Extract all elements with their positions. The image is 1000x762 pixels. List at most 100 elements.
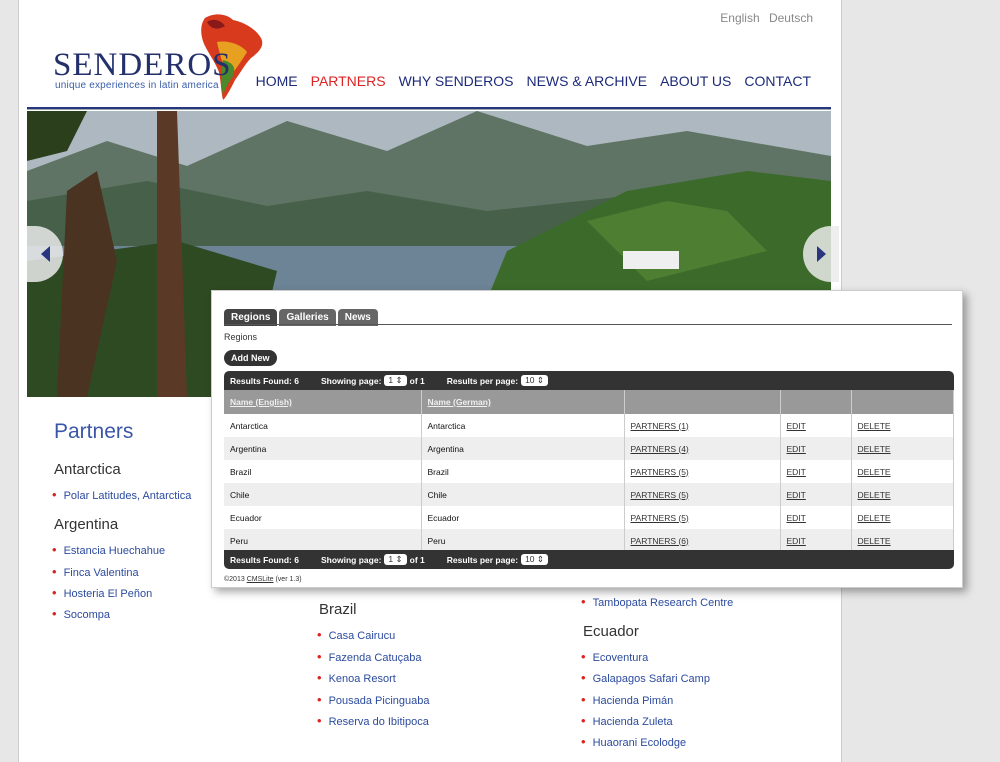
cell-delete: DELETE: [851, 529, 954, 552]
table-row: Argentina Argentina PARTNERS (4) EDIT DE…: [224, 437, 954, 460]
nav-about-us[interactable]: ABOUT US: [660, 73, 731, 89]
edit-link[interactable]: EDIT: [787, 421, 806, 431]
col-name-english[interactable]: Name (English): [224, 390, 422, 414]
partners-link[interactable]: PARTNERS (1): [631, 421, 689, 431]
cell-partners: PARTNERS (1): [624, 414, 781, 437]
edit-link[interactable]: EDIT: [787, 490, 806, 500]
cell-name-english: Brazil: [224, 460, 422, 483]
nav-contact[interactable]: CONTACT: [744, 73, 811, 89]
per-page-select[interactable]: 10 ⇕: [521, 375, 549, 386]
delete-link[interactable]: DELETE: [858, 444, 891, 454]
partner-link[interactable]: Hosteria El Peñon: [52, 585, 153, 600]
showing-page-label: Showing page:: [320, 375, 382, 386]
partners-link[interactable]: PARTNERS (6): [631, 536, 689, 546]
breadcrumb: Regions: [224, 332, 258, 342]
partner-link[interactable]: Casa Cairucu: [317, 627, 396, 642]
nav-partners[interactable]: PARTNERS: [311, 73, 386, 89]
partner-link[interactable]: Hacienda Pimán: [581, 692, 674, 707]
edit-link[interactable]: EDIT: [787, 513, 806, 523]
cms-admin-panel: Regions Galleries News Regions Add New R…: [211, 290, 963, 588]
lang-deutsch[interactable]: Deutsch: [769, 11, 813, 25]
partner-link[interactable]: Polar Latitudes, Antarctica: [52, 487, 192, 502]
table-row: Chile Chile PARTNERS (5) EDIT DELETE: [224, 483, 954, 506]
cell-name-german: Ecuador: [421, 506, 625, 529]
edit-link[interactable]: EDIT: [787, 536, 806, 546]
nav-why-senderos[interactable]: WHY SENDEROS: [399, 73, 514, 89]
nav-home[interactable]: HOME: [256, 73, 298, 89]
partners-link[interactable]: PARTNERS (5): [631, 513, 689, 523]
partner-link[interactable]: Socompa: [52, 606, 110, 621]
logo-wordmark[interactable]: SENDEROS: [53, 47, 232, 84]
region-heading-brazil: Brazil: [319, 601, 357, 618]
per-page-select[interactable]: 10 ⇕: [521, 554, 549, 565]
cell-name-german: Chile: [421, 483, 625, 506]
chevron-left-icon: [40, 246, 50, 262]
partner-link[interactable]: Tambopata Research Centre: [581, 594, 734, 609]
cell-partners: PARTNERS (5): [624, 483, 781, 506]
col-name-english-label[interactable]: Name (English): [230, 397, 292, 407]
partners-link[interactable]: PARTNERS (5): [631, 490, 689, 500]
footer-prefix: ©2013: [224, 576, 247, 583]
col-edit: [780, 390, 852, 414]
partners-link[interactable]: PARTNERS (4): [631, 444, 689, 454]
table-header-row: Name (English) Name (German): [224, 390, 954, 414]
admin-footer: ©2013 CMSLite (ver 1.3): [224, 576, 302, 583]
results-count: Results Found: 6: [230, 375, 299, 386]
per-page-value: 10: [525, 554, 535, 564]
partner-link[interactable]: Finca Valentina: [52, 564, 139, 579]
lang-english[interactable]: English: [720, 11, 759, 25]
cell-edit: EDIT: [780, 529, 852, 552]
cell-partners: PARTNERS (5): [624, 460, 781, 483]
partner-link[interactable]: Reserva do Ibitipoca: [317, 713, 429, 728]
cell-partners: PARTNERS (6): [624, 529, 781, 552]
nav-news-archive[interactable]: NEWS & ARCHIVE: [526, 73, 647, 89]
cell-name-english: Peru: [224, 529, 422, 552]
region-heading-antarctica: Antarctica: [54, 461, 121, 478]
header-divider: [27, 107, 831, 110]
logo-tagline: unique experiences in latin america: [55, 80, 219, 91]
delete-link[interactable]: DELETE: [858, 467, 891, 477]
tab-divider: [224, 324, 952, 325]
edit-link[interactable]: EDIT: [787, 444, 806, 454]
per-page-label: Results per page:: [446, 375, 519, 386]
page-select[interactable]: 1 ⇕: [384, 554, 407, 565]
delete-link[interactable]: DELETE: [858, 490, 891, 500]
cell-delete: DELETE: [851, 414, 954, 437]
partner-link[interactable]: Estancia Huechahue: [52, 542, 166, 557]
results-bar-bottom: Results Found: 6 Showing page: 1 ⇕ of 1 …: [224, 550, 954, 569]
col-name-german[interactable]: Name (German): [421, 390, 625, 414]
cell-name-german: Antarctica: [421, 414, 625, 437]
partner-link[interactable]: Kenoa Resort: [317, 670, 396, 685]
partner-link[interactable]: Huaorani Ecolodge: [581, 734, 687, 749]
cell-edit: EDIT: [780, 483, 852, 506]
per-page-value: 10: [525, 375, 535, 385]
cell-edit: EDIT: [780, 437, 852, 460]
partner-link[interactable]: Galapagos Safari Camp: [581, 670, 710, 685]
cell-delete: DELETE: [851, 460, 954, 483]
region-heading-argentina: Argentina: [54, 516, 119, 533]
page-select[interactable]: 1 ⇕: [384, 375, 407, 386]
col-name-german-label[interactable]: Name (German): [428, 397, 491, 407]
partner-link[interactable]: Hacienda Zuleta: [581, 713, 673, 728]
add-new-button[interactable]: Add New: [224, 350, 277, 366]
cell-name-german: Peru: [421, 529, 625, 552]
cell-partners: PARTNERS (5): [624, 506, 781, 529]
partners-link[interactable]: PARTNERS (5): [631, 467, 689, 477]
cell-name-english: Antarctica: [224, 414, 422, 437]
partner-link[interactable]: Pousada Picinguaba: [317, 692, 430, 707]
delete-link[interactable]: DELETE: [858, 536, 891, 546]
footer-suffix: (ver 1.3): [273, 576, 302, 583]
cell-edit: EDIT: [780, 506, 852, 529]
delete-link[interactable]: DELETE: [858, 513, 891, 523]
results-count: Results Found: 6: [230, 554, 299, 565]
cell-edit: EDIT: [780, 414, 852, 437]
delete-link[interactable]: DELETE: [858, 421, 891, 431]
cell-delete: DELETE: [851, 483, 954, 506]
showing-page-label: Showing page:: [320, 554, 382, 565]
language-switcher: English Deutsch: [714, 11, 813, 25]
partner-link[interactable]: Fazenda Catuçaba: [317, 649, 422, 664]
page-total: of 1: [409, 554, 425, 565]
partner-link[interactable]: Ecoventura: [581, 649, 649, 664]
edit-link[interactable]: EDIT: [787, 467, 806, 477]
cmslite-link[interactable]: CMSLite: [247, 576, 274, 583]
